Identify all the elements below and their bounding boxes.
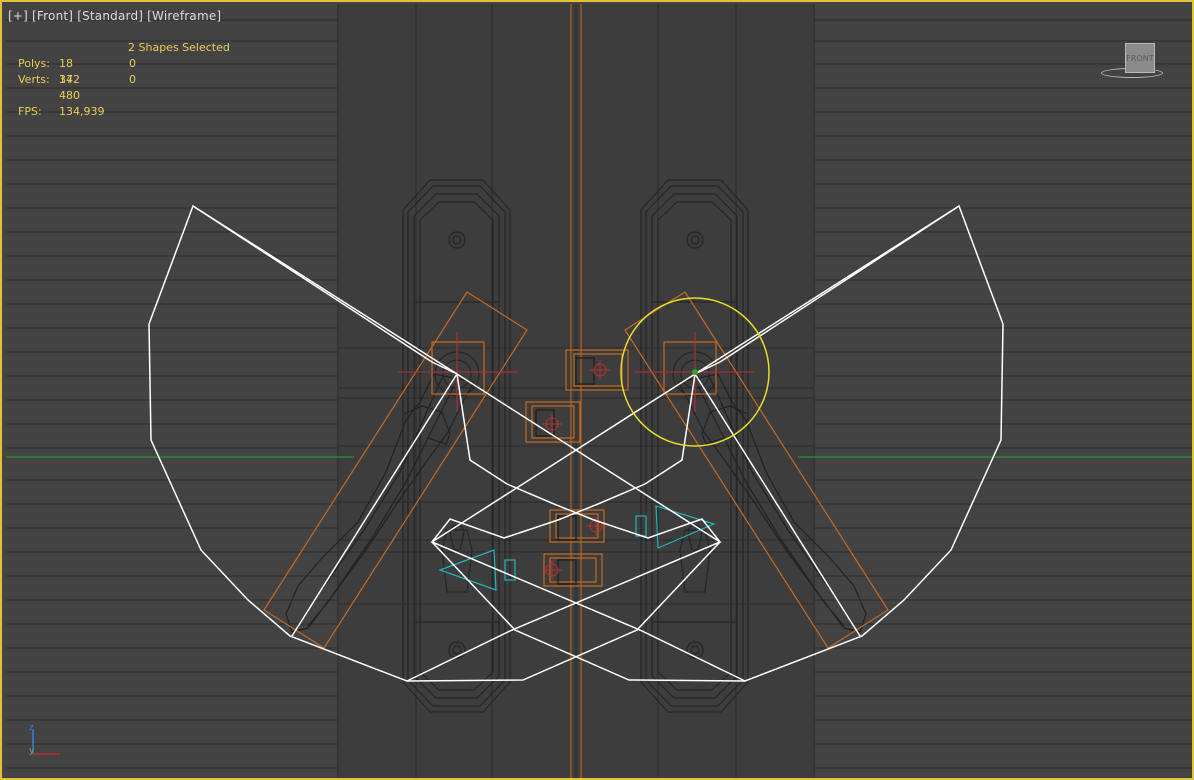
verts-label: Verts: — [18, 73, 50, 86]
viewcube[interactable]: FRONT — [1100, 42, 1164, 82]
viewcube-front-face[interactable]: FRONT — [1125, 43, 1155, 73]
polys-selected: 0 — [129, 57, 136, 70]
gizmo-pivot-point[interactable] — [692, 369, 698, 375]
fps-readout: FPS: 134,939 — [18, 105, 105, 118]
fps-value: 134,939 — [59, 105, 105, 118]
axis-y-label: y — [29, 746, 35, 756]
selection-info: 2 Shapes Selected — [128, 41, 230, 54]
viewport-display-mode-menu[interactable]: [Wireframe] — [147, 9, 221, 23]
viewport-shading-standard-menu[interactable]: [Standard] — [77, 9, 143, 23]
verts-total: 14 480 — [59, 73, 80, 102]
viewport-plus-menu[interactable]: [+] — [8, 9, 28, 23]
verts-selected: 0 — [129, 73, 136, 86]
wireframe-scene[interactable] — [2, 2, 1194, 780]
viewport-label-menu[interactable]: [+] [Front] [Standard] [Wireframe] — [8, 9, 221, 23]
axis-z-label: z — [29, 723, 34, 733]
left-wall-panel — [6, 6, 338, 778]
front-viewport[interactable]: [+] [Front] [Standard] [Wireframe] 2 Sha… — [0, 0, 1194, 780]
polys-label: Polys: — [18, 57, 50, 70]
fps-label: FPS: — [18, 105, 42, 118]
viewport-point-of-view-menu[interactable]: [Front] — [32, 9, 73, 23]
right-wall-panel — [814, 6, 1192, 778]
